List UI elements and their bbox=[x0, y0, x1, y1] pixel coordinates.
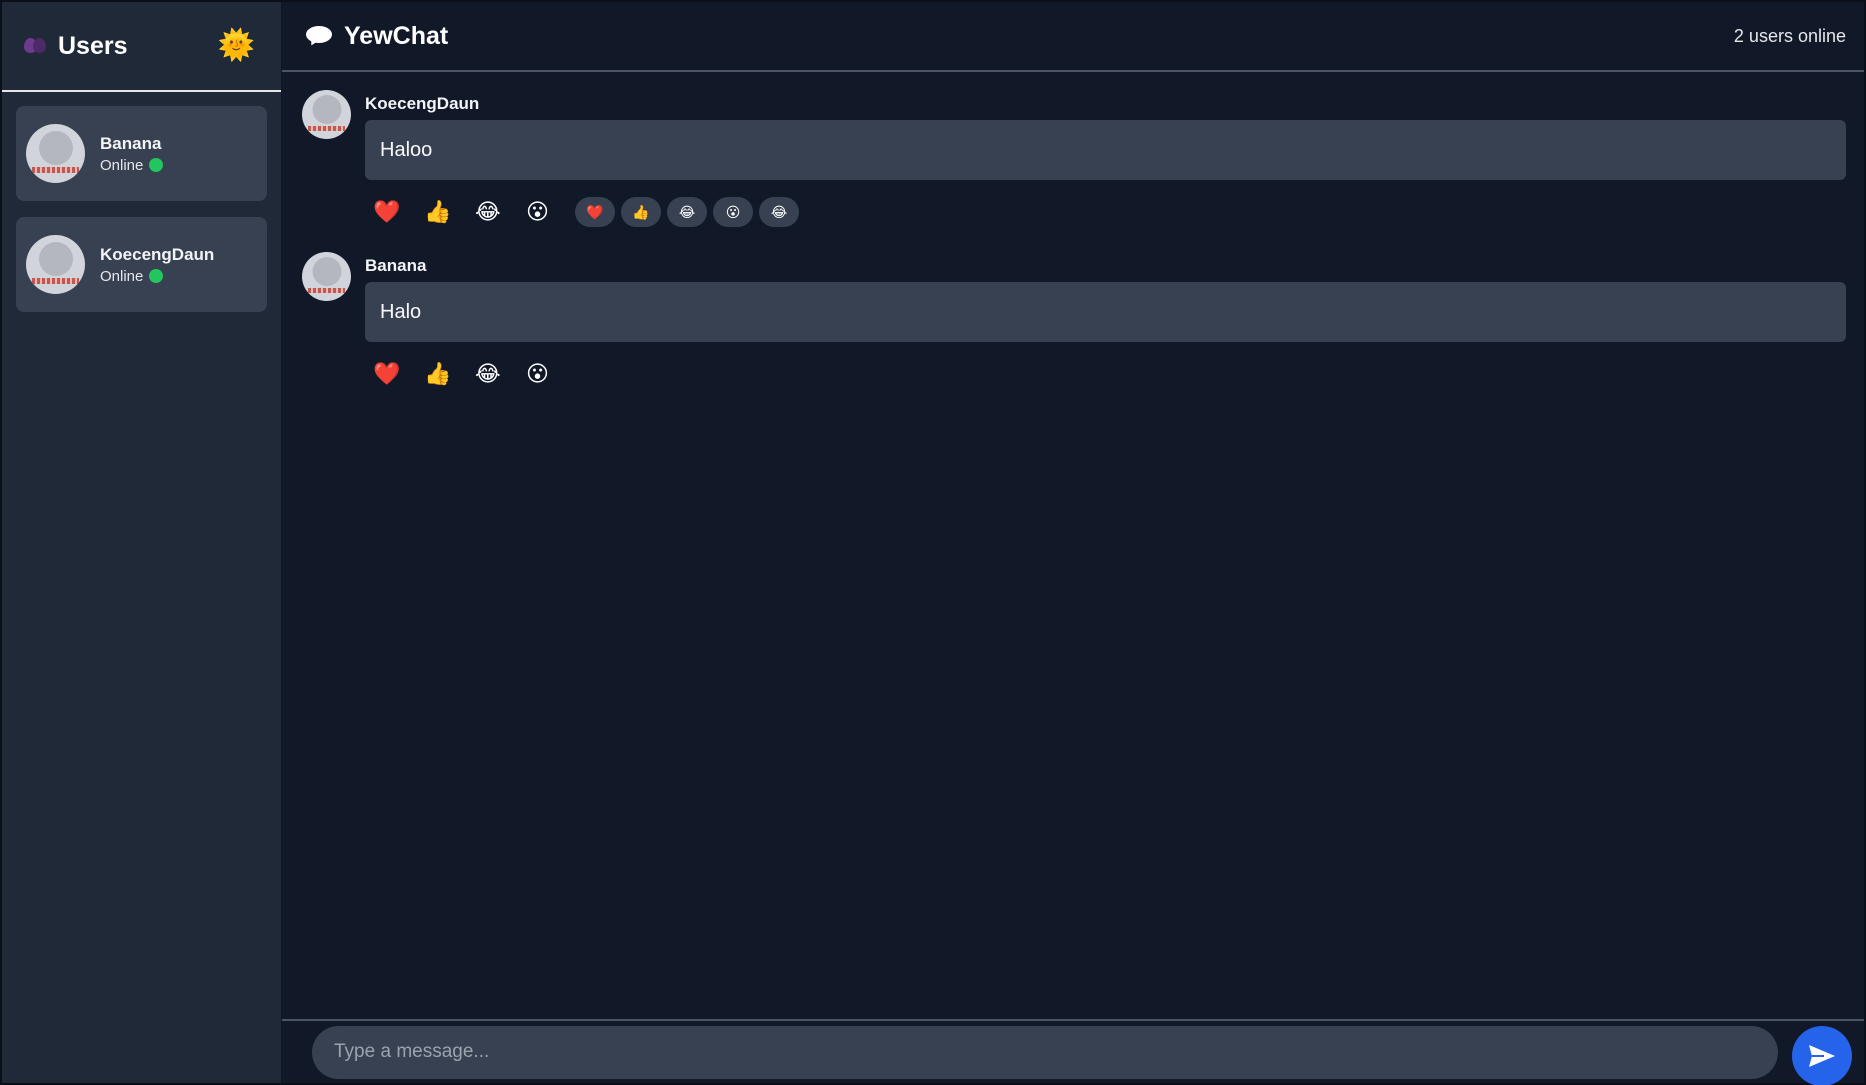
message-bubble: Haloo bbox=[365, 120, 1846, 180]
user-name: KoecengDaun bbox=[100, 244, 215, 264]
user-info: Banana Online bbox=[100, 133, 164, 174]
heart-reaction-button[interactable]: ❤️ bbox=[371, 201, 422, 223]
message-list: KoecengDaun Haloo ❤️ 👍 😂 😮 ❤️ 👍 😂 😮 😂 Ba… bbox=[282, 72, 1864, 1019]
message-bubble: Halo bbox=[365, 282, 1846, 342]
laugh-reaction-pill[interactable]: 😂 bbox=[759, 197, 799, 227]
sun-icon[interactable]: 🌞 bbox=[218, 31, 255, 61]
speech-bubble-icon bbox=[306, 26, 332, 48]
avatar bbox=[26, 235, 85, 294]
user-list: Banana Online KoecengDaun Online bbox=[2, 92, 281, 326]
send-button[interactable] bbox=[1792, 1026, 1852, 1085]
sidebar-title-label: Users bbox=[58, 31, 128, 60]
user-status-label: Online bbox=[100, 156, 144, 174]
avatar bbox=[302, 90, 351, 139]
message-body: Banana Halo ❤️ 👍 😂 😮 bbox=[365, 252, 1846, 400]
user-status: Online bbox=[100, 156, 164, 174]
user-name: Banana bbox=[100, 133, 162, 153]
message-composer bbox=[282, 1019, 1864, 1085]
heart-reaction-pill[interactable]: ❤️ bbox=[575, 197, 615, 227]
chat-main: YewChat 2 users online KoecengDaun Haloo… bbox=[282, 2, 1864, 1085]
message-item: Banana Halo ❤️ 👍 😂 😮 bbox=[302, 252, 1846, 400]
wow-reaction-pill[interactable]: 😮 bbox=[713, 197, 753, 227]
avatar bbox=[26, 124, 85, 183]
sidebar-title: Users bbox=[22, 32, 128, 61]
avatar bbox=[302, 252, 351, 301]
chat-title-label: YewChat bbox=[344, 21, 449, 50]
online-count: 2 users online bbox=[1733, 25, 1846, 46]
paper-plane-icon bbox=[1809, 1045, 1835, 1067]
laugh-reaction-pill[interactable]: 😂 bbox=[667, 197, 707, 227]
purple-hearts-icon bbox=[22, 36, 48, 56]
sidebar: Users 🌞 Banana Online KoecengDaun Online bbox=[2, 2, 282, 1083]
heart-reaction-button[interactable]: ❤️ bbox=[371, 363, 422, 385]
message-input[interactable] bbox=[312, 1025, 1778, 1079]
chat-title: YewChat bbox=[306, 22, 448, 51]
message-item: KoecengDaun Haloo ❤️ 👍 😂 😮 ❤️ 👍 😂 😮 😂 bbox=[302, 90, 1846, 238]
thumbs-up-reaction-pill[interactable]: 👍 bbox=[621, 197, 661, 227]
app-window: Users 🌞 Banana Online KoecengDaun Online… bbox=[0, 0, 1866, 1085]
online-dot-icon bbox=[149, 269, 164, 283]
user-item-banana[interactable]: Banana Online bbox=[16, 106, 267, 201]
user-info: KoecengDaun Online bbox=[100, 245, 214, 285]
chat-header: YewChat 2 users online bbox=[282, 2, 1864, 72]
thumbs-up-reaction-button[interactable]: 👍 bbox=[422, 201, 473, 223]
thumbs-up-reaction-button[interactable]: 👍 bbox=[422, 363, 473, 385]
laugh-reaction-button[interactable]: 😂 bbox=[473, 201, 524, 223]
user-status: Online bbox=[100, 268, 214, 285]
user-item-koecengdaun[interactable]: KoecengDaun Online bbox=[16, 217, 267, 312]
user-status-label: Online bbox=[100, 267, 144, 285]
message-sender: Banana bbox=[365, 256, 427, 275]
online-dot-icon bbox=[149, 158, 164, 172]
wow-reaction-button[interactable]: 😮 bbox=[524, 363, 575, 385]
message-sender: KoecengDaun bbox=[365, 94, 480, 113]
sidebar-header: Users 🌞 bbox=[2, 2, 281, 92]
message-body: KoecengDaun Haloo ❤️ 👍 😂 😮 ❤️ 👍 😂 😮 😂 bbox=[365, 90, 1846, 238]
reaction-bar: ❤️ 👍 😂 😮 ❤️ 👍 😂 😮 😂 bbox=[365, 186, 1846, 238]
reaction-bar: ❤️ 👍 😂 😮 bbox=[365, 348, 1846, 400]
laugh-reaction-button[interactable]: 😂 bbox=[473, 363, 524, 385]
wow-reaction-button[interactable]: 😮 bbox=[524, 201, 575, 223]
